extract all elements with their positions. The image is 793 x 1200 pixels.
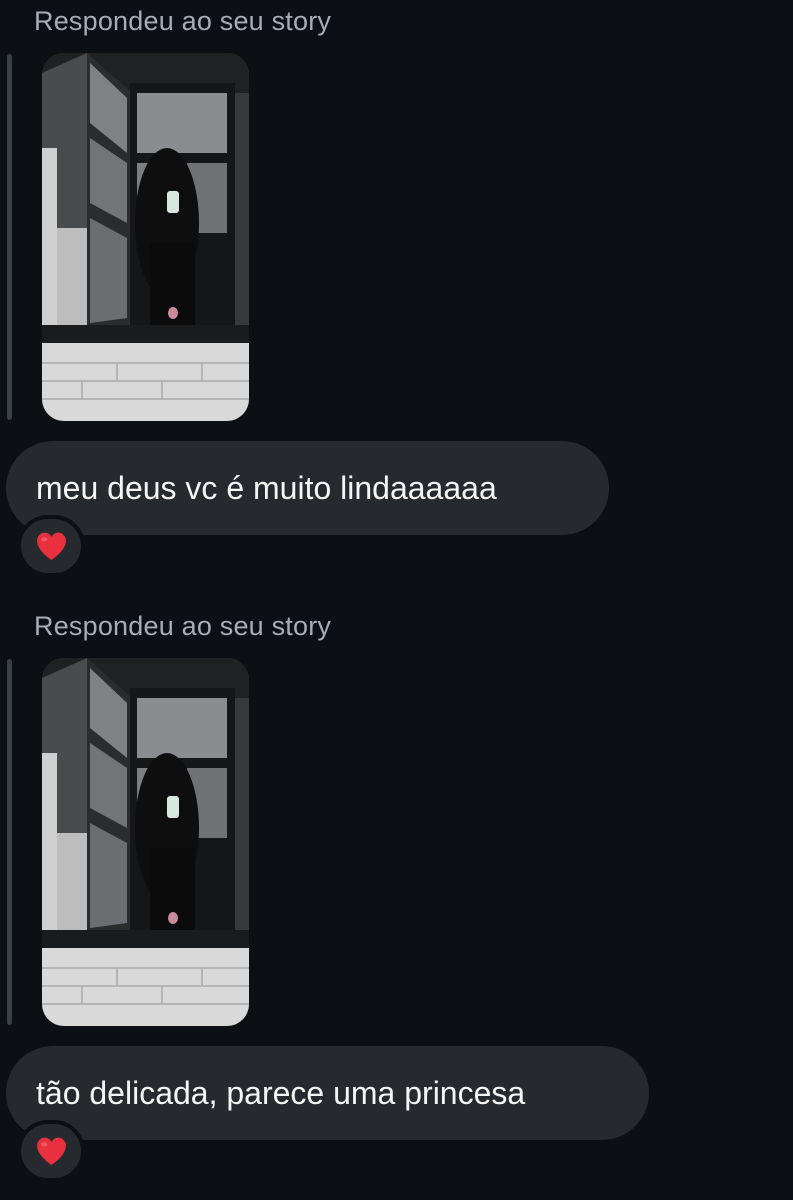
message-bubble[interactable]: tão delicada, parece uma princesa: [6, 1046, 649, 1140]
story-thumbnail[interactable]: [42, 53, 249, 421]
message-bubble[interactable]: meu deus vc é muito lindaaaaaa: [6, 441, 609, 535]
story-photo: [42, 658, 249, 1026]
message-text: tão delicada, parece uma princesa: [36, 1074, 526, 1111]
story-photo: [42, 53, 249, 421]
reply-indicator-line: [7, 659, 12, 1025]
story-thumbnail[interactable]: [42, 658, 249, 1026]
reaction-badge[interactable]: [17, 1120, 85, 1182]
message-text: meu deus vc é muito lindaaaaaa: [36, 469, 497, 506]
heart-icon: [36, 532, 66, 560]
story-reply-label: Respondeu ao seu story: [34, 6, 332, 36]
heart-icon: [36, 1137, 66, 1165]
reply-indicator-line: [7, 54, 12, 420]
reaction-badge[interactable]: [17, 515, 85, 577]
story-reply-label: Respondeu ao seu story: [34, 611, 332, 641]
